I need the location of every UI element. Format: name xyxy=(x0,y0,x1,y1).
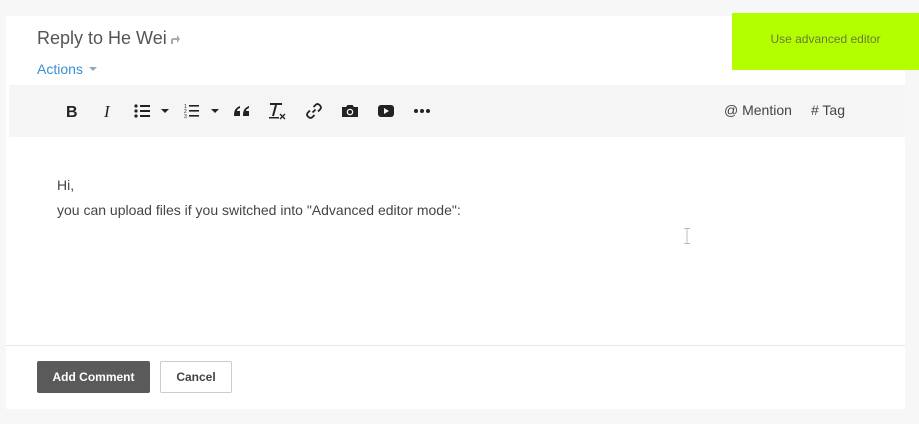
more-icon xyxy=(414,109,430,113)
use-advanced-editor-label: Use advanced editor xyxy=(770,31,881,46)
more-options-button[interactable] xyxy=(413,100,431,122)
insert-image-button[interactable] xyxy=(341,100,359,122)
cancel-label: Cancel xyxy=(176,370,216,384)
mention-button[interactable]: @ Mention xyxy=(724,102,792,118)
link-button[interactable] xyxy=(305,100,323,122)
bulleted-list-button[interactable] xyxy=(134,100,172,122)
add-comment-button[interactable]: Add Comment xyxy=(37,361,150,393)
svg-text:B: B xyxy=(66,104,78,119)
video-icon xyxy=(378,105,394,117)
bulleted-list-icon xyxy=(134,104,169,118)
use-advanced-editor-button[interactable]: Use advanced editor xyxy=(732,13,919,70)
chevron-down-icon xyxy=(88,67,97,71)
cancel-button[interactable]: Cancel xyxy=(160,361,232,393)
camera-icon xyxy=(342,105,358,117)
numbered-list-icon: 1 2 3 xyxy=(184,104,219,119)
italic-button[interactable]: I xyxy=(101,100,115,122)
italic-icon: I xyxy=(103,103,111,119)
editor-line: you can upload files if you switched int… xyxy=(57,202,461,218)
svg-text:I: I xyxy=(103,103,111,119)
quote-button[interactable] xyxy=(233,100,251,122)
clear-formatting-icon xyxy=(269,103,286,120)
comment-editor[interactable]: Hi, you can upload files if you switched… xyxy=(57,173,857,223)
link-icon xyxy=(306,103,322,119)
reply-title-text: Reply to He Wei xyxy=(37,28,167,48)
tag-button[interactable]: # Tag xyxy=(811,102,845,118)
reply-title: Reply to He Wei xyxy=(37,28,181,49)
bold-button[interactable]: B xyxy=(64,100,78,122)
bold-icon: B xyxy=(66,104,78,119)
svg-text:3: 3 xyxy=(184,114,187,119)
actions-dropdown[interactable]: Actions xyxy=(37,61,97,77)
clear-formatting-button[interactable] xyxy=(269,100,287,122)
divider xyxy=(6,345,905,346)
quote-icon xyxy=(234,106,249,116)
add-comment-label: Add Comment xyxy=(52,370,135,384)
insert-video-button[interactable] xyxy=(377,100,395,122)
actions-label: Actions xyxy=(37,61,83,77)
share-icon[interactable] xyxy=(170,33,181,45)
editor-line: Hi, xyxy=(57,177,75,193)
editor-toolbar: B I 1 2 3 @ Mention # Tag xyxy=(9,85,905,137)
numbered-list-button[interactable]: 1 2 3 xyxy=(184,100,222,122)
text-cursor-icon xyxy=(684,228,690,244)
